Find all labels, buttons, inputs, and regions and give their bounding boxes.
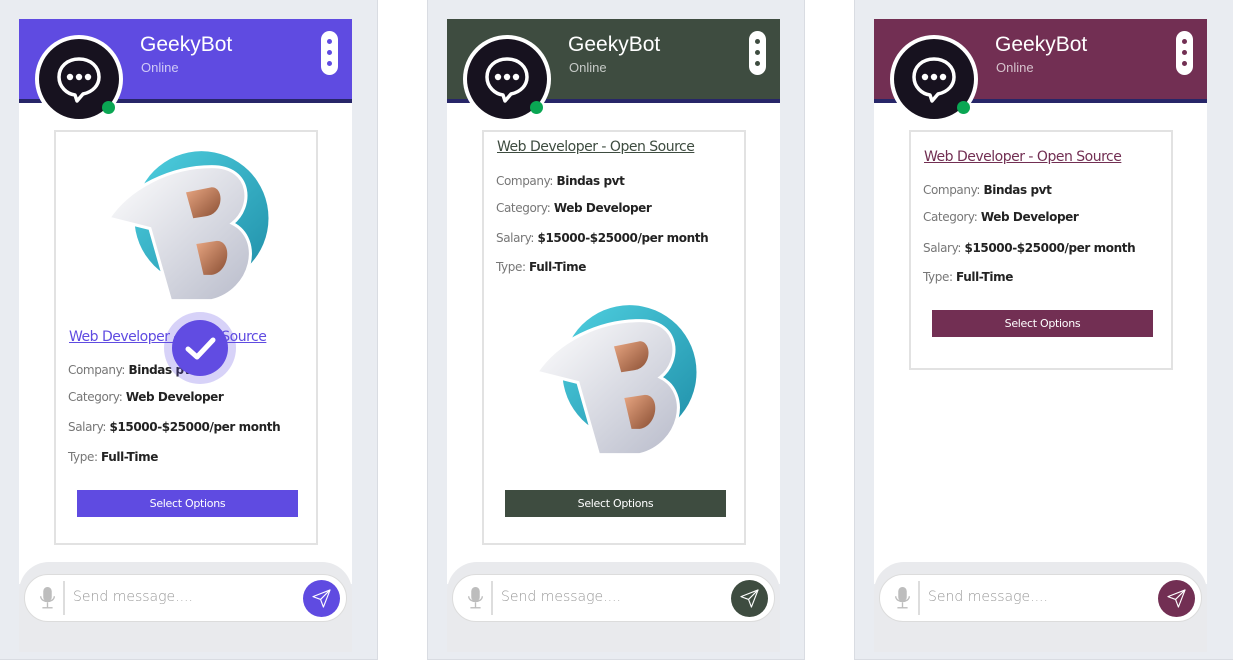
message-input-bar: Send message.... [24,574,347,622]
bot-status: Online [569,60,607,75]
menu-button[interactable] [749,31,766,75]
company-label: Company: [923,183,981,197]
microphone-icon[interactable] [467,585,484,611]
chat-widget-panel-3: GeekyBot Online Web Developer - Open Sou… [854,0,1233,660]
company-row: Company: Bindas pvt [496,174,625,188]
dot [755,61,760,66]
chat-bubble-dots-icon [483,55,531,103]
chat-bubble-dots-icon [910,55,958,103]
type-value: Full-Time [529,260,586,274]
category-row: Category: Web Developer [496,201,652,215]
salary-value: $15000-$25000/per month [537,231,709,245]
company-row: Company: Bindas pvt [923,183,1052,197]
paper-plane-icon [312,589,331,608]
company-value: Bindas pvt [983,183,1052,197]
checkmark-icon [185,337,216,360]
job-card: Web Developer - Open Source Company: Bin… [482,130,746,545]
dot [1182,61,1187,66]
select-options-button[interactable]: Select Options [932,310,1153,337]
chat-widget-panel-2: GeekyBot Online Web Developer - Open Sou… [427,0,805,660]
type-row: Type: Full-Time [68,450,158,464]
send-button[interactable] [303,580,340,617]
job-card: Web Developer - Open Source Company: Bin… [909,130,1173,370]
message-input[interactable]: Send message.... [73,589,193,605]
salary-row: Salary: $15000-$25000/per month [923,241,1136,255]
salary-value: $15000-$25000/per month [964,241,1136,255]
type-row: Type: Full-Time [923,270,1013,284]
dot [1182,50,1187,55]
company-label: Company: [68,363,126,377]
online-indicator [530,101,543,114]
message-input[interactable]: Send message.... [501,589,621,605]
company-logo [524,300,704,465]
salary-row: Salary: $15000-$25000/per month [496,231,709,245]
chat-widget-panel-1: GeekyBot Online Web Developer - Open Sou… [0,0,378,660]
dot [327,61,332,66]
divider [63,581,65,615]
salary-label: Salary: [923,241,962,255]
chat-window: GeekyBot Online Web Developer - Open Sou… [19,19,352,584]
salary-row: Salary: $15000-$25000/per month [68,420,281,434]
select-options-button[interactable]: Select Options [505,490,726,517]
type-label: Type: [496,260,526,274]
select-options-button[interactable]: Select Options [77,490,298,517]
message-input-bar: Send message.... [879,574,1202,622]
category-row: Category: Web Developer [68,390,224,404]
bot-name: GeekyBot [995,33,1088,56]
menu-button[interactable] [1176,31,1193,75]
salary-label: Salary: [496,231,535,245]
category-row: Category: Web Developer [923,210,1079,224]
job-title-link[interactable]: Web Developer - Open Source [924,149,1122,165]
send-button[interactable] [1158,580,1195,617]
category-label: Category: [68,390,123,404]
type-row: Type: Full-Time [496,260,586,274]
category-value: Web Developer [980,210,1079,224]
chat-window: GeekyBot Online Web Developer - Open Sou… [447,19,780,584]
category-label: Category: [496,201,551,215]
message-input-bar: Send message.... [452,574,775,622]
send-button[interactable] [731,580,768,617]
company-label: Company: [496,174,554,188]
divider [491,581,493,615]
salary-value: $15000-$25000/per month [109,420,281,434]
category-value: Web Developer [125,390,224,404]
vertical-dots-icon [327,39,332,44]
type-label: Type: [68,450,98,464]
menu-button[interactable] [321,31,338,75]
message-input[interactable]: Send message.... [928,589,1048,605]
company-value: Bindas pvt [556,174,625,188]
selected-badge [164,312,236,384]
category-label: Category: [923,210,978,224]
bot-name: GeekyBot [568,33,661,56]
divider [918,581,920,615]
online-indicator [102,101,115,114]
job-title-link[interactable]: Web Developer - Open Source [497,139,695,155]
type-value: Full-Time [956,270,1013,284]
vertical-dots-icon [755,39,760,44]
microphone-icon[interactable] [39,585,56,611]
bot-name: GeekyBot [140,33,233,56]
dot [755,50,760,55]
online-indicator [957,101,970,114]
salary-label: Salary: [68,420,107,434]
paper-plane-icon [740,589,759,608]
chat-bubble-dots-icon [55,55,103,103]
category-value: Web Developer [553,201,652,215]
vertical-dots-icon [1182,39,1187,44]
type-value: Full-Time [101,450,158,464]
type-label: Type: [923,270,953,284]
bot-status: Online [141,60,179,75]
microphone-icon[interactable] [894,585,911,611]
paper-plane-icon [1167,589,1186,608]
dot [327,50,332,55]
company-logo [96,146,276,311]
chat-window: GeekyBot Online Web Developer - Open Sou… [874,19,1207,584]
bot-status: Online [996,60,1034,75]
